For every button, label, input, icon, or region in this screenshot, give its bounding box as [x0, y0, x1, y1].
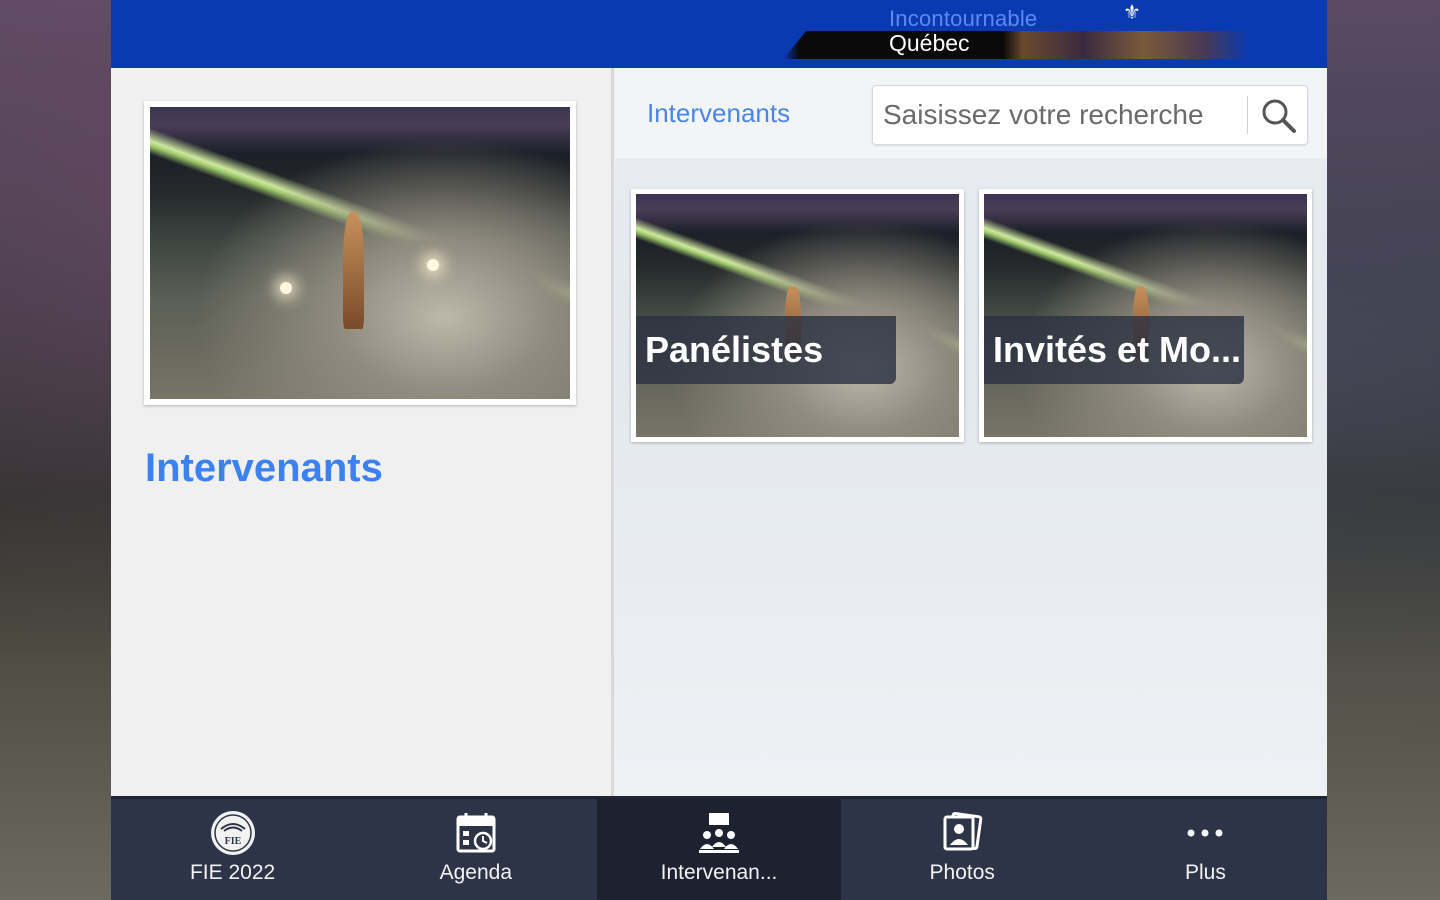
- logo-text-line2: Québec: [889, 30, 970, 56]
- photos-icon: [943, 811, 983, 851]
- section-title: Intervenants: [647, 98, 791, 128]
- hero-image-frame: [144, 101, 576, 405]
- logo-text-line1: Incontournable: [889, 6, 1038, 31]
- nav-item-agenda[interactable]: Agenda: [354, 799, 597, 900]
- app-window: Incontournable Québec ⚜ Intervenants Int…: [111, 0, 1327, 900]
- statue-shape: [343, 212, 365, 329]
- logo-banner-stripe: [783, 31, 1249, 59]
- right-panel: Intervenants Panélistes Invités et Mo...: [615, 68, 1327, 796]
- street-light: [280, 282, 293, 295]
- fie-logo-icon: FIE: [210, 811, 255, 855]
- nav-label: Photos: [929, 861, 995, 884]
- street-light: [427, 258, 440, 271]
- nav-label: Plus: [1184, 861, 1226, 884]
- nav-item-photos[interactable]: Photos: [841, 799, 1084, 900]
- card-label: Invités et Mo...: [984, 316, 1244, 384]
- nav-label: FIE 2022: [189, 861, 276, 884]
- category-card-panelistes[interactable]: Panélistes: [631, 189, 964, 442]
- nav-item-plus[interactable]: Plus: [1084, 799, 1327, 900]
- search-input[interactable]: [881, 86, 1245, 144]
- speakers-icon: [699, 813, 739, 853]
- app-logo[interactable]: Incontournable Québec ⚜: [783, 0, 1249, 64]
- bottom-navigation: FIE FIE 2022 Agenda Intervenan... Photos…: [111, 796, 1327, 900]
- left-panel: Intervenants: [111, 68, 614, 796]
- nav-item-intervenants[interactable]: Intervenan...: [597, 799, 841, 900]
- nav-label: Intervenan...: [660, 861, 778, 884]
- calendar-icon: [456, 813, 496, 853]
- category-card-invites[interactable]: Invités et Mo...: [979, 189, 1312, 442]
- fleur-de-lis-icon: ⚜: [1123, 2, 1141, 24]
- search-box: [872, 85, 1308, 145]
- top-bar: Incontournable Québec ⚜: [111, 0, 1327, 68]
- more-dots-icon: [1187, 829, 1223, 837]
- right-panel-header: Intervenants: [615, 68, 1327, 158]
- nav-item-fie-2022[interactable]: FIE FIE 2022: [111, 799, 354, 900]
- search-icon[interactable]: [1259, 96, 1299, 136]
- search-divider: [1247, 96, 1248, 134]
- nav-label: Agenda: [439, 861, 512, 884]
- page-title: Intervenants: [145, 446, 383, 490]
- card-label: Panélistes: [636, 316, 896, 384]
- hero-image: [150, 107, 570, 399]
- svg-text:FIE: FIE: [224, 836, 241, 847]
